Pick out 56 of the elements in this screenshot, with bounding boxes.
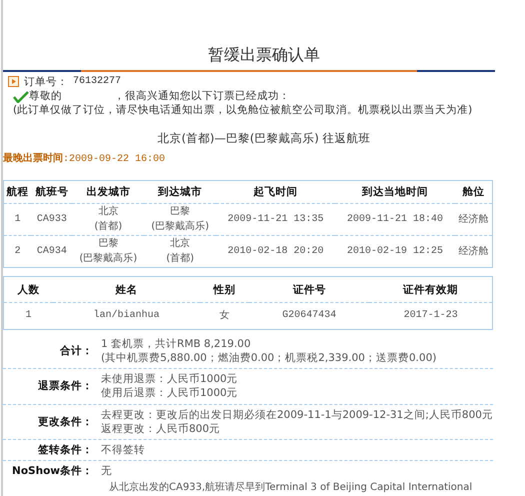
greeting-salutation: 尊敬的 [29, 88, 62, 103]
footer-note: 从北京出发的CA933,航班请尽早到Terminal 3 of Beijing Capital International [108, 481, 474, 495]
greeting-message: ，很高兴通知您以下订票已经成功： [114, 88, 290, 103]
term-label: NoShow条件： [11, 464, 94, 478]
column-header: 舱位 [454, 181, 492, 204]
column-header: 性别 [200, 277, 250, 303]
table-cell-text: 经济舱 [458, 212, 488, 227]
page-title: 暂缓出票确认单 [207, 44, 321, 66]
table-cell-text: CA934 [36, 245, 67, 260]
order-note: (此订单仅做了订位，请尽快电话通知出票，以免舱位被航空公司取消。机票税以出票当天为准) [12, 102, 474, 118]
term-label: 退票条件： [37, 379, 94, 394]
deadline-label: 最晚出票时间 [3, 152, 63, 164]
table-cell-text: CA933 [36, 213, 67, 228]
column-header: 证件有效期 [369, 277, 492, 303]
term-label: 签转条件： [37, 443, 94, 458]
table-cell-text: G20647434 [282, 309, 336, 324]
term-value: 返程更改：人民币800元 [101, 422, 222, 436]
table-cell-text: 2 [14, 245, 21, 260]
table-cell-text: 女 [220, 308, 230, 323]
checkmark-icon [13, 90, 29, 103]
order-number: 76132277 [73, 74, 122, 88]
term-label: 更改条件： [37, 414, 94, 429]
term-value: 1 套机票，共计RMB 8,219.00 [101, 336, 252, 352]
table-cell-text: 2010-02-19 12:25 [347, 245, 444, 260]
term-value: 无 [101, 464, 112, 478]
play-icon [8, 76, 19, 88]
column-header: 起飞时间 [216, 181, 336, 204]
table-cell-text: 1 [26, 309, 32, 324]
table-cell-text: 2009-11-21 13:35 [228, 213, 324, 228]
column-header: 证件号 [249, 277, 370, 303]
term-value: 去程更改：更改后的出发日期必须在2009-11-1与2009-12-31之间;人民币800元 [101, 408, 493, 422]
table-cell-text: 2017-1-23 [404, 309, 458, 324]
order-label: 订单号： [24, 74, 68, 89]
column-header: 到达城市 [144, 181, 216, 204]
term-value: 使用后退票：人民币1000元 [101, 386, 238, 401]
table-cell-text: 经济舱 [458, 244, 488, 259]
table-cell-text: 北京 (首都) [94, 205, 122, 234]
column-header: 航班号 [31, 181, 72, 204]
term-value: 未使用退票：人民币1000元 [101, 372, 238, 386]
route-title: 北京(首都)—巴黎(巴黎戴高乐) 往返航班 [156, 131, 372, 147]
table-cell-text: 2009-11-21 18:40 [347, 213, 444, 228]
table-cell-text: 巴黎 (巴黎戴高乐) [79, 237, 138, 266]
table-cell-text: 1 [14, 213, 21, 228]
deadline-value: :2009-09-22 16:00 [63, 154, 166, 165]
term-value: 不得签转 [101, 443, 145, 458]
column-header: 人数 [4, 277, 54, 303]
table-cell-text: 北京 (首都) [166, 237, 194, 266]
term-value: (其中机票费5,880.00；燃油费0.00；机票税2,339.00；送票费0.00) [101, 351, 436, 366]
term-label: 合计： [59, 344, 94, 358]
table-cell-text: 2010-02-18 20:20 [228, 245, 324, 260]
column-header: 姓名 [53, 277, 200, 303]
table-cell-text: 巴黎 (巴黎戴高乐) [151, 205, 209, 234]
table-cell-text: lan/bianhua [94, 309, 160, 324]
column-header: 航程 [4, 181, 32, 204]
column-header: 出发城市 [72, 181, 144, 204]
column-header: 到达当地时间 [335, 181, 455, 204]
